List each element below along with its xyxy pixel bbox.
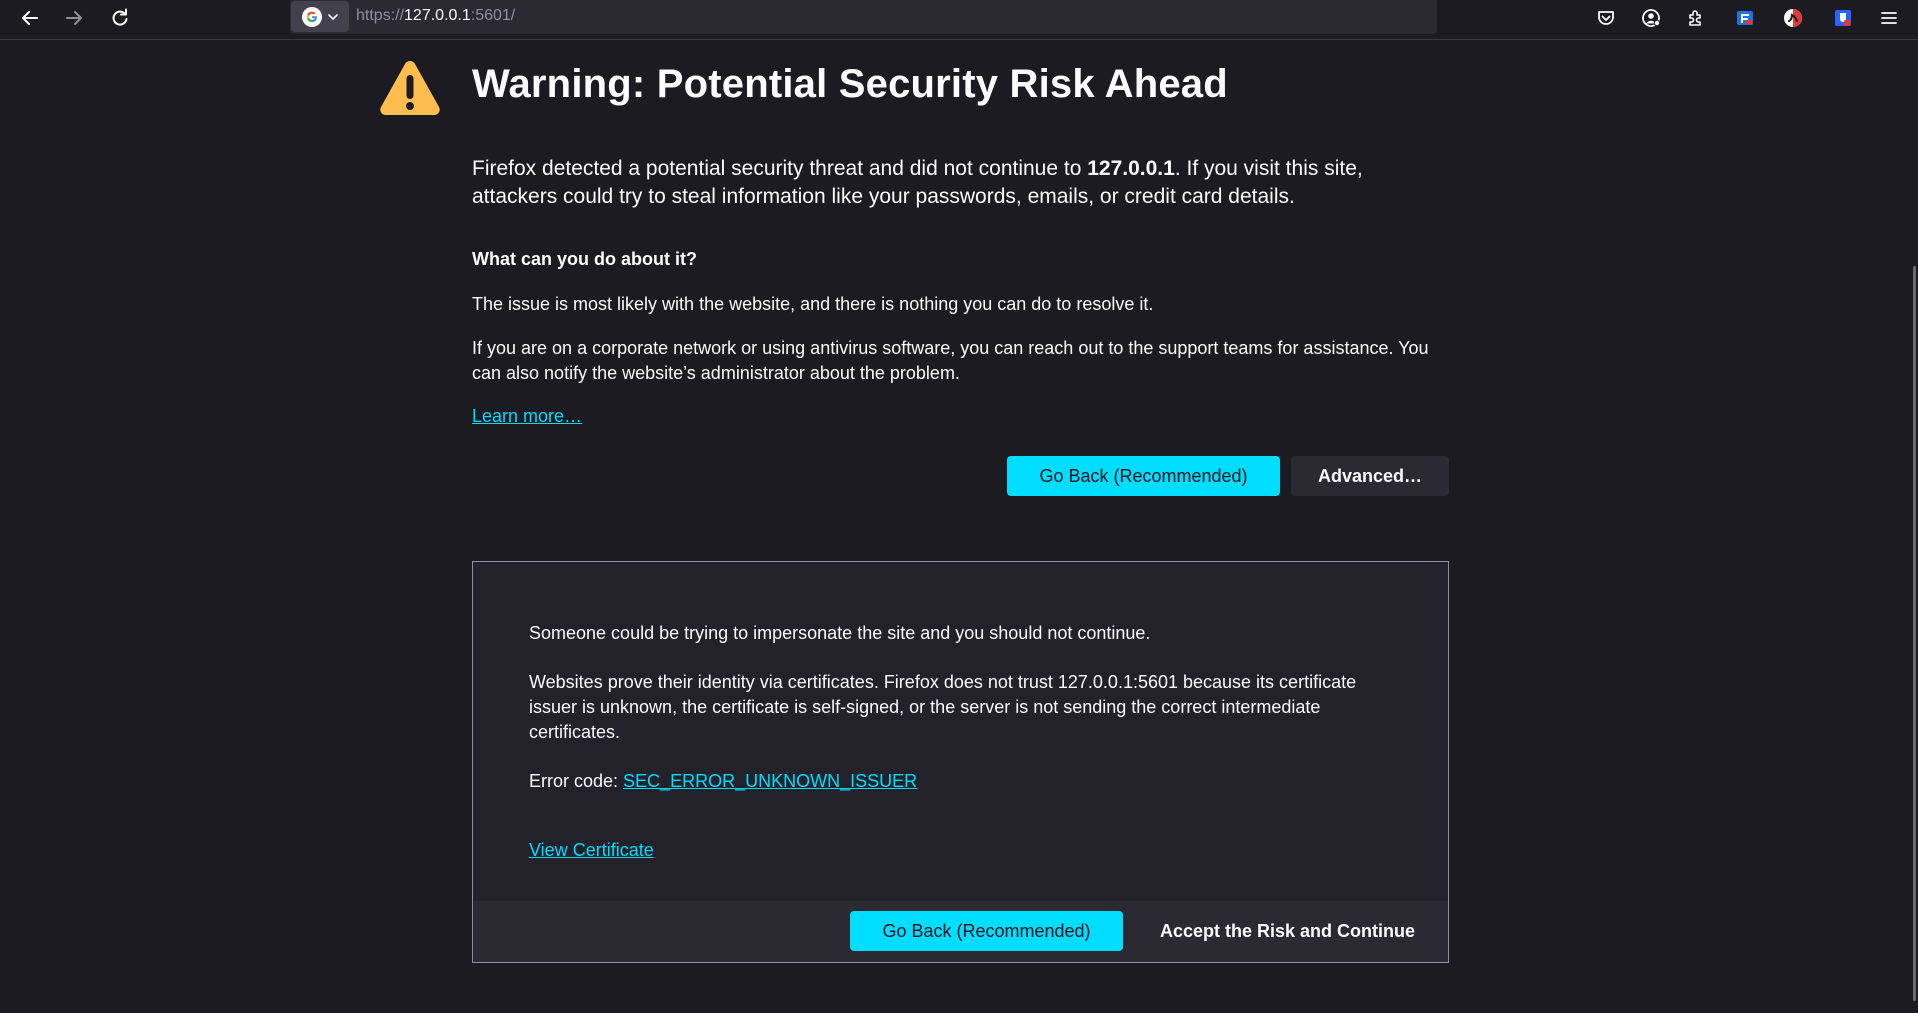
- accept-risk-button[interactable]: Accept the Risk and Continue: [1134, 911, 1441, 951]
- certificate-explanation: Websites prove their identity via certif…: [529, 672, 1357, 742]
- reload-icon: [112, 8, 128, 26]
- url-scheme: https://: [356, 7, 405, 24]
- page-title: Warning: Potential Security Risk Ahead: [472, 62, 1228, 106]
- extension-2-button[interactable]: [1778, 3, 1808, 33]
- forward-button[interactable]: [58, 3, 90, 33]
- url-bar[interactable]: https://127.0.0.1:5601/: [290, 0, 1437, 34]
- url-host: 127.0.0.1: [404, 7, 471, 24]
- reload-button[interactable]: [104, 3, 136, 33]
- page-scrollbar[interactable]: [1913, 266, 1916, 1001]
- url-text[interactable]: https://127.0.0.1:5601/: [356, 7, 515, 25]
- advanced-button[interactable]: Advanced…: [1291, 456, 1449, 496]
- browser-toolbar: https://127.0.0.1:5601/: [0, 0, 1918, 40]
- forward-arrow-icon: [66, 11, 82, 25]
- back-arrow-icon: [22, 11, 38, 25]
- account-button[interactable]: [1636, 3, 1666, 33]
- intro-prefix: Firefox detected a potential security th…: [472, 157, 1088, 180]
- pocket-button[interactable]: [1591, 3, 1621, 33]
- intro-text: Firefox detected a potential security th…: [472, 155, 1432, 211]
- what-can-you-do-heading: What can you do about it?: [472, 249, 697, 269]
- advanced-panel: Someone could be trying to impersonate t…: [472, 561, 1449, 963]
- extensions-button[interactable]: [1681, 3, 1711, 33]
- chevron-down-icon: [328, 13, 338, 20]
- pocket-icon: [1598, 11, 1614, 25]
- impersonate-warning: Someone could be trying to impersonate t…: [529, 623, 1151, 643]
- extension-flag-icon: [1737, 11, 1753, 25]
- view-certificate-line: View Certificate: [529, 838, 1409, 863]
- error-code-line: Error code: SEC_ERROR_UNKNOWN_ISSUER: [529, 769, 1409, 794]
- error-code-link[interactable]: SEC_ERROR_UNKNOWN_ISSUER: [623, 771, 917, 791]
- extension-1-button[interactable]: [1730, 3, 1760, 33]
- extension-shield-icon: [1835, 10, 1851, 26]
- search-engine-button[interactable]: [291, 1, 349, 32]
- menu-icon: [1881, 12, 1897, 24]
- panel-go-back-button[interactable]: Go Back (Recommended): [850, 911, 1123, 951]
- learn-more-link[interactable]: Learn more…: [472, 406, 582, 427]
- back-button[interactable]: [14, 3, 46, 33]
- extension-3-button[interactable]: [1828, 3, 1858, 33]
- view-certificate-link[interactable]: View Certificate: [529, 840, 654, 860]
- warning-icon: [380, 61, 440, 115]
- panel-button-bar: Go Back (Recommended) Accept the Risk an…: [473, 901, 1448, 962]
- menu-button[interactable]: [1874, 3, 1904, 33]
- extensions-icon: [1689, 10, 1701, 26]
- network-paragraph: If you are on a corporate network or usi…: [472, 338, 1429, 383]
- go-back-button[interactable]: Go Back (Recommended): [1007, 456, 1280, 496]
- account-icon: [1642, 9, 1661, 27]
- extension-circle-icon: [1784, 9, 1802, 27]
- url-path: :5601/: [470, 7, 516, 24]
- error-code-label: Error code:: [529, 771, 624, 791]
- google-icon: [302, 6, 322, 27]
- intro-host: 127.0.0.1: [1087, 157, 1175, 180]
- issue-paragraph: The issue is most likely with the websit…: [472, 294, 1154, 314]
